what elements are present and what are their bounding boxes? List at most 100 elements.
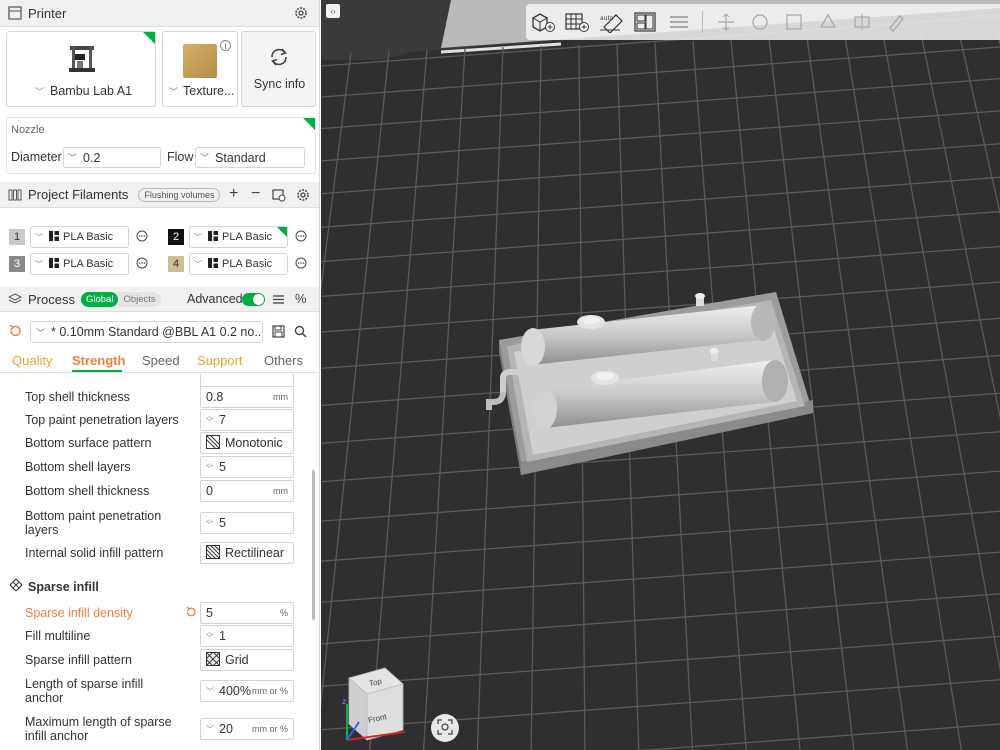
reset-view-button[interactable] bbox=[431, 714, 459, 742]
compare-presets-icon[interactable]: % bbox=[295, 291, 307, 306]
sparse-density-input[interactable]: 5 % bbox=[200, 602, 294, 624]
top-paint-layers-input[interactable]: ︿ ﹀ 7 bbox=[200, 409, 294, 431]
plate-info-icon[interactable]: i bbox=[220, 40, 231, 51]
arrange-icon[interactable] bbox=[628, 6, 662, 38]
filament-more-icon[interactable] bbox=[136, 257, 148, 272]
filament-more-icon[interactable] bbox=[295, 257, 307, 272]
top-shell-thickness-input[interactable]: 0.8 mm bbox=[200, 386, 294, 408]
reset-value-icon[interactable] bbox=[185, 606, 197, 621]
param-row-bottom-surface-pattern: Bottom surface pattern Monotonic bbox=[25, 432, 305, 454]
tab-quality[interactable]: Quality bbox=[12, 353, 52, 368]
search-icon[interactable] bbox=[294, 325, 307, 341]
left-settings-panel: Printer ﹀ Bambu Lab A1 i ﹀ Texture... Sy… bbox=[0, 0, 320, 750]
param-label: Bottom surface pattern bbox=[25, 436, 152, 450]
fill-multiline-input[interactable]: ︿ ﹀ 1 bbox=[200, 625, 294, 647]
move-icon[interactable] bbox=[709, 6, 743, 38]
printer-icon bbox=[8, 6, 22, 20]
sync-info-button[interactable]: Sync info bbox=[241, 31, 316, 107]
param-label: Bottom paint penetration layers bbox=[25, 509, 162, 537]
param-value: Rectilinear bbox=[225, 546, 285, 560]
cut-icon[interactable] bbox=[845, 6, 879, 38]
param-label: Length of sparse infill anchor bbox=[25, 677, 144, 705]
anchor-length-input[interactable]: ﹀ 400% mm or % bbox=[200, 680, 294, 702]
3d-viewport[interactable]: ‹› auto z Top Front bbox=[321, 0, 1000, 750]
chevron-down-icon: ﹀ bbox=[35, 259, 43, 269]
objects-toggle[interactable]: Objects bbox=[118, 294, 160, 305]
sync-filament-icon[interactable] bbox=[272, 188, 286, 205]
bottom-shell-layers-input[interactable]: ︿ ﹀ 5 bbox=[200, 456, 294, 478]
filament-number-badge: 2 bbox=[168, 229, 184, 245]
filament-select-2[interactable]: ﹀ PLA Basic bbox=[189, 226, 288, 248]
params-scroll-area: Top shell thickness 0.8 mm Top paint pen… bbox=[0, 374, 319, 750]
process-section-header: Process Global Objects Advanced % bbox=[0, 287, 319, 312]
param-value: 20 bbox=[219, 722, 233, 736]
stepper-icon[interactable]: ︿ ﹀ bbox=[206, 516, 213, 529]
sparse-pattern-select[interactable]: Grid bbox=[200, 649, 294, 671]
filament-slot-3: 3 ﹀ PLA Basic bbox=[9, 253, 148, 275]
build-plate-grid bbox=[321, 0, 1000, 750]
printer-section-title: Printer bbox=[28, 5, 67, 21]
bottom-surface-pattern-select[interactable]: Monotonic bbox=[200, 432, 294, 454]
anchor-max-input[interactable]: ﹀ 20 mm or % bbox=[200, 718, 294, 740]
filament-settings-gear-icon[interactable] bbox=[296, 188, 310, 205]
auto-orient-icon[interactable]: auto bbox=[594, 6, 628, 38]
internal-solid-pattern-select[interactable]: Rectilinear bbox=[200, 542, 294, 564]
param-row-top-shell-thickness: Top shell thickness 0.8 mm bbox=[25, 386, 305, 408]
filaments-section-header: Project Filaments Flushing volumes + − bbox=[0, 182, 319, 208]
stepper-icon[interactable]: ︿ ﹀ bbox=[206, 629, 213, 642]
bottom-shell-thickness-input[interactable]: 0 mm bbox=[200, 480, 294, 502]
global-objects-switch[interactable]: Global Objects bbox=[80, 291, 161, 307]
add-plate-icon[interactable] bbox=[560, 6, 594, 38]
filament-number-badge: 1 bbox=[9, 229, 25, 245]
reset-preset-icon[interactable] bbox=[8, 324, 22, 341]
bambu-logo-icon bbox=[208, 230, 218, 244]
rotate-icon[interactable] bbox=[743, 6, 777, 38]
diameter-value: 0.2 bbox=[83, 150, 101, 165]
params-scrollbar[interactable] bbox=[312, 470, 315, 620]
filament-more-icon[interactable] bbox=[295, 230, 307, 245]
filament-slot-1: 1 ﹀ PLA Basic bbox=[9, 226, 148, 248]
stepper-icon[interactable]: ︿ ﹀ bbox=[206, 460, 213, 473]
process-preset-name: * 0.10mm Standard @BBL A1 0.2 no... bbox=[51, 325, 263, 339]
tab-support[interactable]: Support bbox=[197, 353, 243, 368]
tab-strength[interactable]: Strength bbox=[72, 353, 125, 368]
param-row-sparse-pattern: Sparse infill pattern Grid bbox=[25, 649, 305, 671]
paint-support-icon[interactable] bbox=[879, 6, 913, 38]
scale-icon[interactable] bbox=[777, 6, 811, 38]
tab-speed[interactable]: Speed bbox=[142, 353, 180, 368]
save-preset-icon[interactable] bbox=[272, 325, 285, 341]
collapse-sidebar-icon[interactable]: ‹› bbox=[326, 4, 340, 18]
diameter-select[interactable]: ﹀ 0.2 bbox=[63, 147, 161, 168]
param-value: 5 bbox=[219, 460, 226, 474]
advanced-toggle[interactable] bbox=[242, 293, 265, 306]
svg-text:z: z bbox=[342, 697, 346, 706]
plate-chevron-down-icon: ﹀ bbox=[169, 86, 179, 97]
remove-filament-icon[interactable]: − bbox=[251, 185, 260, 203]
param-label: Bottom shell thickness bbox=[25, 484, 150, 498]
list-view-icon[interactable] bbox=[272, 293, 285, 309]
nozzle-box: Nozzle Diameter ﹀ 0.2 Flow ﹀ Standard bbox=[6, 117, 316, 174]
rectilinear-pattern-icon bbox=[205, 544, 221, 562]
process-section-title: Process bbox=[28, 291, 75, 307]
plate-select-card[interactable]: i ﹀ Texture... bbox=[162, 31, 238, 107]
view-cube[interactable]: z Top Front bbox=[341, 660, 411, 746]
bottom-paint-layers-input[interactable]: ︿ ﹀ 5 bbox=[200, 512, 294, 534]
filament-select-1[interactable]: ﹀ PLA Basic bbox=[30, 226, 129, 248]
printer-settings-gear-icon[interactable] bbox=[294, 6, 308, 20]
flushing-volumes-button[interactable]: Flushing volumes bbox=[138, 187, 221, 202]
tab-others[interactable]: Others bbox=[264, 353, 303, 368]
param-value: 7 bbox=[219, 413, 226, 427]
filament-select-3[interactable]: ﹀ PLA Basic bbox=[30, 253, 129, 275]
filament-select-4[interactable]: ﹀ PLA Basic bbox=[189, 253, 288, 275]
printer-select-card[interactable]: ﹀ Bambu Lab A1 bbox=[6, 31, 156, 107]
layers-split-icon[interactable] bbox=[662, 6, 696, 38]
param-label: Internal solid infill pattern bbox=[25, 546, 164, 560]
filament-more-icon[interactable] bbox=[136, 230, 148, 245]
process-preset-select[interactable]: ﹀ * 0.10mm Standard @BBL A1 0.2 no... bbox=[30, 321, 263, 343]
stepper-icon[interactable]: ︿ ﹀ bbox=[206, 413, 213, 426]
add-object-icon[interactable] bbox=[526, 6, 560, 38]
global-toggle[interactable]: Global bbox=[80, 291, 119, 307]
flow-select[interactable]: ﹀ Standard bbox=[195, 147, 305, 168]
add-filament-icon[interactable]: + bbox=[229, 185, 238, 203]
lay-on-face-icon[interactable] bbox=[811, 6, 845, 38]
